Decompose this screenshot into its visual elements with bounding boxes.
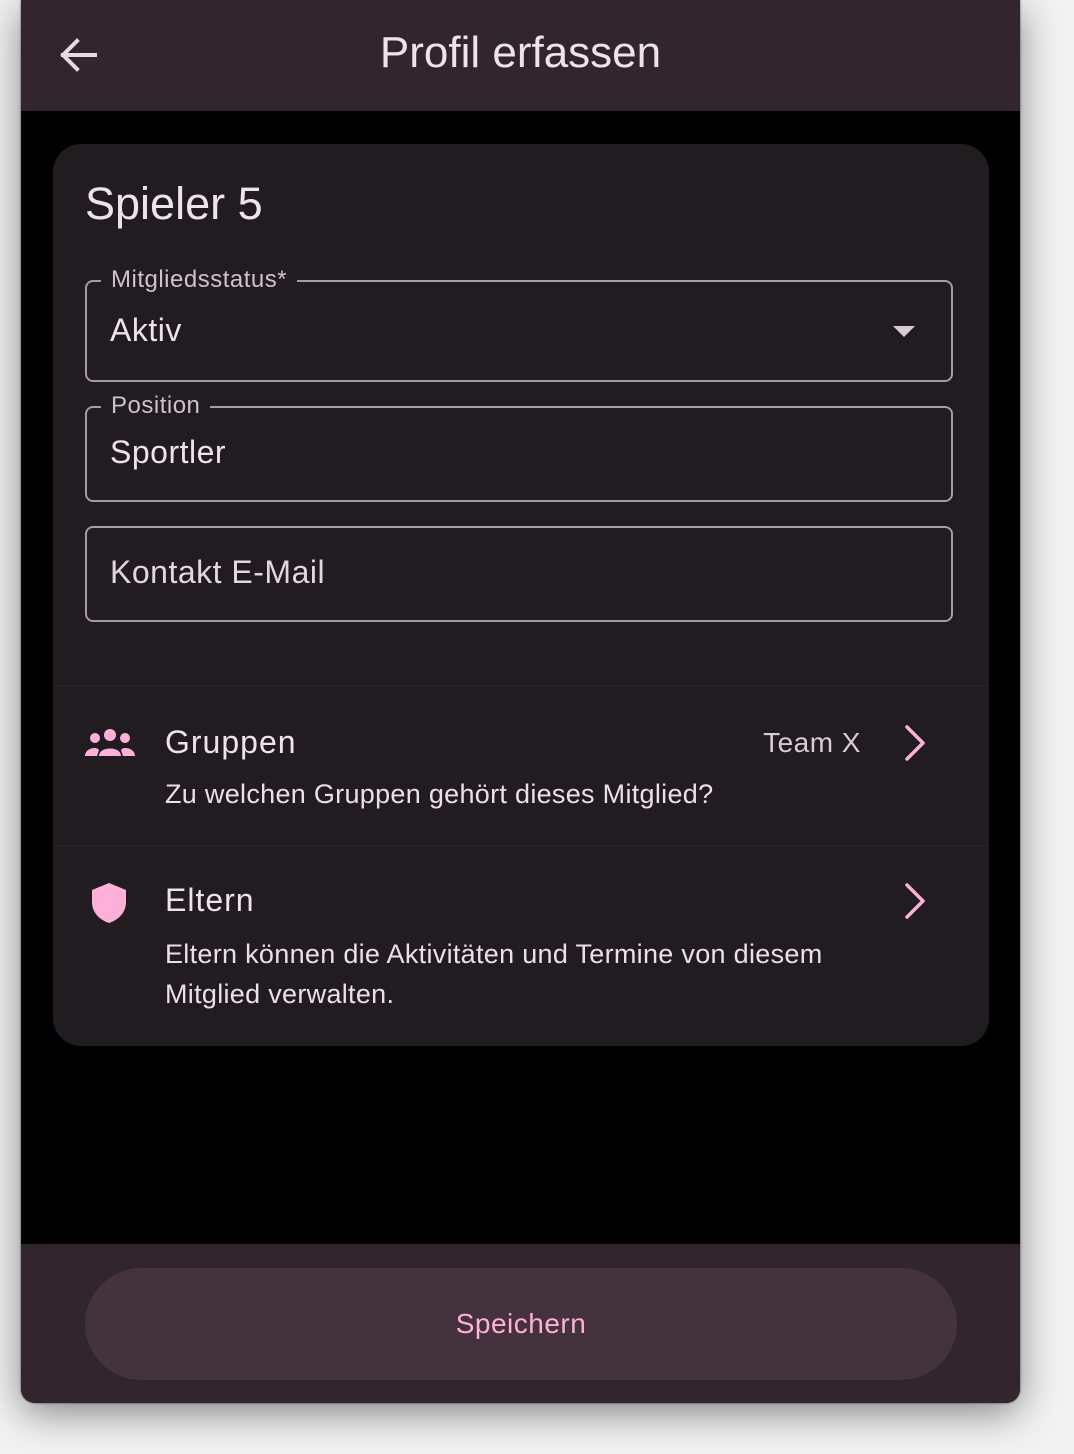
membership-status-value: Aktiv — [110, 312, 182, 348]
groups-trailing-value: Team X — [763, 727, 861, 758]
chevron-right-icon — [905, 883, 925, 919]
contact-email-placeholder: Kontakt E-Mail — [110, 554, 326, 590]
contact-email-field[interactable]: Kontakt E-Mail — [85, 526, 953, 622]
parents-list-item[interactable]: Eltern Eltern können die Aktivitäten und… — [53, 846, 989, 1046]
parents-subtitle: Eltern können die Aktivitäten und Termin… — [165, 939, 823, 1009]
membership-status-select[interactable]: Mitgliedsstatus* Aktiv — [85, 266, 953, 382]
save-button[interactable]: Speichern — [85, 1268, 957, 1380]
profile-card: Spieler 5 Mitgliedsstatus* Aktiv Positio… — [53, 144, 989, 1046]
shield-icon — [92, 883, 126, 923]
groups-subtitle: Zu welchen Gruppen gehört dieses Mitglie… — [165, 779, 714, 809]
bottom-bar: Speichern — [21, 1244, 1020, 1403]
app-window: Profil erfassen Spieler 5 Mitgliedsstatu… — [21, 0, 1020, 1403]
chevron-right-icon — [905, 725, 925, 761]
position-field[interactable]: Position Sportler — [85, 392, 953, 502]
groups-icon — [85, 729, 135, 756]
card-title: Spieler 5 — [85, 178, 263, 229]
position-value: Sportler — [110, 434, 227, 470]
dropdown-arrow-icon — [893, 326, 915, 337]
position-label: Position — [101, 392, 211, 420]
groups-title: Gruppen — [165, 724, 297, 760]
groups-list-item[interactable]: Gruppen Team X Zu welchen Gruppen gehört… — [53, 686, 989, 844]
membership-status-label: Mitgliedsstatus* — [101, 266, 298, 294]
parents-title: Eltern — [165, 882, 255, 918]
app-bar: Profil erfassen — [21, 0, 1020, 111]
page-title: Profil erfassen — [379, 28, 662, 77]
